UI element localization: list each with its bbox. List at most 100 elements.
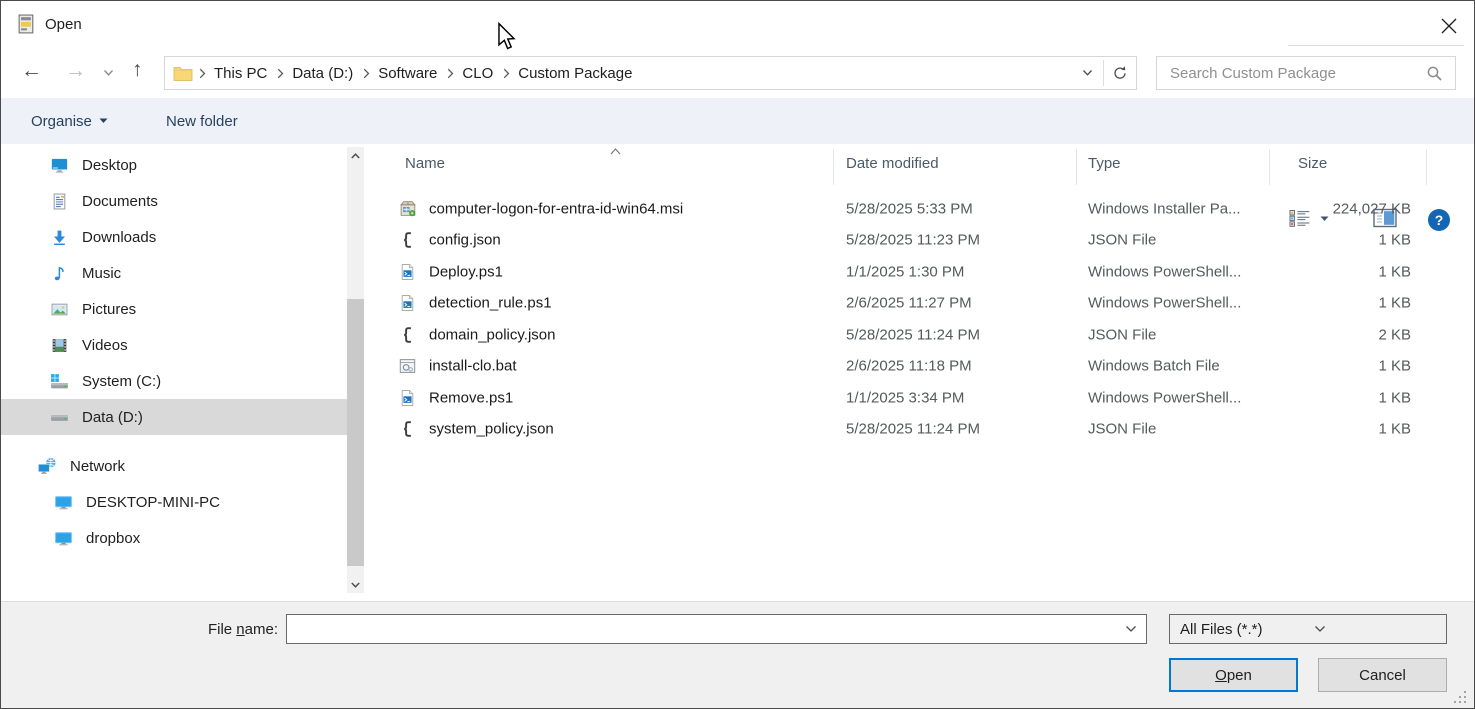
file-size: 2 KB bbox=[1251, 326, 1411, 343]
file-name-input[interactable] bbox=[287, 621, 1125, 638]
column-header-size[interactable]: Size bbox=[1298, 155, 1327, 172]
file-type: Windows Installer Pa... bbox=[1088, 200, 1241, 217]
up-button[interactable]: ↑ bbox=[132, 59, 143, 81]
sidebar-item[interactable]: Network bbox=[1, 448, 347, 484]
column-divider[interactable] bbox=[1076, 149, 1077, 185]
sidebar-scrollbar[interactable] bbox=[347, 147, 364, 593]
back-button[interactable]: ← bbox=[21, 60, 42, 82]
breadcrumb-chevron-icon bbox=[363, 68, 370, 79]
scrollbar-thumb[interactable] bbox=[347, 299, 364, 566]
file-type-dropdown-button[interactable] bbox=[1304, 625, 1438, 633]
file-row[interactable]: Deploy.ps1 1/1/2025 1:30 PM Windows Powe… bbox=[371, 256, 1475, 288]
file-row[interactable]: Remove.ps1 1/1/2025 3:34 PM Windows Powe… bbox=[371, 382, 1475, 414]
column-header-date-modified[interactable]: Date modified bbox=[846, 155, 939, 172]
sidebar-item[interactable]: Data (D:) bbox=[1, 399, 347, 435]
sidebar-item[interactable]: DESKTOP-MINI-PC bbox=[1, 484, 347, 520]
address-dropdown-button[interactable] bbox=[1082, 69, 1093, 77]
sidebar-item[interactable]: Documents bbox=[1, 183, 347, 219]
address-bar[interactable]: This PC Data (D:) Software CLO Custom Pa… bbox=[164, 56, 1137, 90]
back-icon: ← bbox=[21, 59, 42, 82]
refresh-button[interactable] bbox=[1104, 65, 1136, 81]
search-box bbox=[1156, 56, 1456, 90]
file-row[interactable]: install-clo.bat 2/6/2025 11:18 PM Window… bbox=[371, 351, 1475, 383]
file-name: computer-logon-for-entra-id-win64.msi bbox=[429, 200, 683, 217]
scroll-up-button[interactable] bbox=[347, 147, 364, 164]
file-name: config.json bbox=[429, 232, 501, 249]
file-type-selected-value: All Files (*.*) bbox=[1170, 621, 1304, 638]
resize-grip[interactable] bbox=[1453, 690, 1467, 704]
chevron-down-icon bbox=[103, 69, 114, 77]
footer-panel: File name: All Files (*.*) Open Cancel bbox=[1, 601, 1474, 709]
column-header-row: Name Date modified Type Size bbox=[371, 147, 1475, 187]
refresh-icon bbox=[1112, 65, 1128, 81]
forward-button[interactable]: → bbox=[65, 60, 86, 82]
up-icon: ↑ bbox=[132, 58, 143, 81]
sidebar-item[interactable]: System (C:) bbox=[1, 363, 347, 399]
breadcrumb-label: This PC bbox=[210, 65, 271, 82]
sidebar-item[interactable]: Pictures bbox=[1, 291, 347, 327]
sidebar-item[interactable]: dropbox bbox=[1, 520, 347, 556]
file-type-select[interactable]: All Files (*.*) bbox=[1169, 614, 1447, 644]
close-button[interactable] bbox=[1430, 11, 1468, 41]
file-name-dropdown-button[interactable] bbox=[1125, 625, 1137, 633]
open-button-label: Open bbox=[1215, 667, 1252, 684]
file-row[interactable]: domain_policy.json 5/28/2025 11:24 PM JS… bbox=[371, 319, 1475, 351]
organise-label: Organise bbox=[31, 113, 92, 130]
drive-icon bbox=[50, 409, 69, 426]
file-row[interactable]: config.json 5/28/2025 11:23 PM JSON File… bbox=[371, 225, 1475, 257]
file-type: JSON File bbox=[1088, 421, 1156, 438]
column-divider[interactable] bbox=[1426, 149, 1427, 185]
column-divider[interactable] bbox=[833, 149, 834, 185]
chevron-down-icon bbox=[1314, 625, 1326, 633]
breadcrumb-item[interactable]: This PC bbox=[193, 65, 271, 82]
system-drive-icon bbox=[50, 373, 69, 390]
file-row[interactable]: detection_rule.ps1 2/6/2025 11:27 PM Win… bbox=[371, 288, 1475, 320]
recent-locations-button[interactable] bbox=[103, 69, 114, 77]
sidebar-item-label: System (C:) bbox=[82, 373, 161, 390]
new-folder-button[interactable]: New folder bbox=[166, 98, 238, 144]
network-icon bbox=[37, 457, 58, 475]
breadcrumb-item[interactable]: Data (D:) bbox=[271, 65, 357, 82]
file-row[interactable]: computer-logon-for-entra-id-win64.msi 5/… bbox=[371, 193, 1475, 225]
column-header-type[interactable]: Type bbox=[1088, 155, 1121, 172]
title-bar[interactable]: Open bbox=[1, 1, 1474, 49]
open-button[interactable]: Open bbox=[1169, 658, 1298, 692]
search-icon[interactable] bbox=[1426, 65, 1443, 82]
sort-ascending-icon bbox=[609, 147, 622, 156]
resize-grip-icon bbox=[1453, 690, 1467, 704]
sidebar-item[interactable]: Desktop bbox=[1, 147, 347, 183]
file-type: JSON File bbox=[1088, 232, 1156, 249]
desktop-icon bbox=[51, 157, 68, 174]
scroll-down-button[interactable] bbox=[347, 576, 364, 593]
sidebar-item-label: dropbox bbox=[86, 530, 140, 547]
file-name: system_policy.json bbox=[429, 421, 554, 438]
file-date-modified: 2/6/2025 11:18 PM bbox=[846, 358, 972, 375]
sidebar-item-label: Network bbox=[70, 458, 125, 475]
sidebar-item-label: Music bbox=[82, 265, 121, 282]
powershell-file-icon bbox=[399, 389, 416, 406]
breadcrumb-item[interactable]: CLO bbox=[441, 65, 497, 82]
file-name: domain_policy.json bbox=[429, 326, 555, 343]
file-name-label: File name: bbox=[131, 621, 278, 638]
file-type: Windows PowerShell... bbox=[1088, 263, 1241, 280]
column-divider[interactable] bbox=[1269, 149, 1270, 185]
search-input[interactable] bbox=[1157, 65, 1426, 82]
folder-icon[interactable] bbox=[173, 65, 193, 81]
breadcrumb-label: Software bbox=[374, 65, 441, 82]
file-row[interactable]: system_policy.json 5/28/2025 11:24 PM JS… bbox=[371, 414, 1475, 446]
sidebar-item[interactable]: Videos bbox=[1, 327, 347, 363]
breadcrumb-item[interactable]: Custom Package bbox=[497, 65, 636, 82]
breadcrumb-item[interactable]: Software bbox=[357, 65, 441, 82]
sidebar-item-label: Pictures bbox=[82, 301, 136, 318]
column-header-name[interactable]: Name bbox=[405, 155, 445, 172]
sidebar-item[interactable]: Music bbox=[1, 255, 347, 291]
breadcrumb: This PC Data (D:) Software CLO Custom Pa… bbox=[193, 65, 636, 82]
chevron-down-icon bbox=[351, 582, 360, 588]
batch-file-icon bbox=[399, 358, 416, 375]
cancel-button[interactable]: Cancel bbox=[1318, 658, 1447, 692]
sidebar-item-label: Videos bbox=[82, 337, 128, 354]
powershell-file-icon bbox=[399, 263, 416, 280]
sidebar-item[interactable]: Downloads bbox=[1, 219, 347, 255]
organise-button[interactable]: Organise bbox=[31, 98, 108, 144]
file-size: 1 KB bbox=[1251, 263, 1411, 280]
